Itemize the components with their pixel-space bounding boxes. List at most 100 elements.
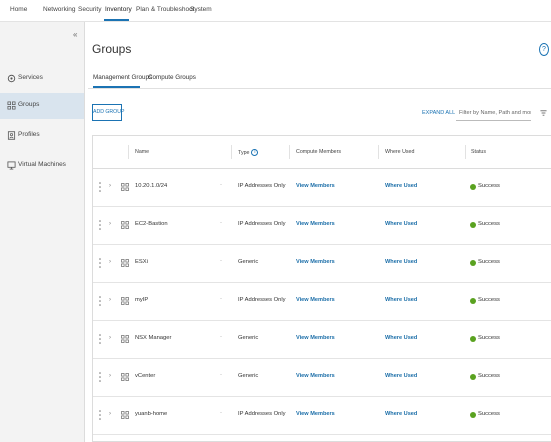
view-members-link[interactable]: View Members [296,183,335,189]
status-text: Success [478,221,500,227]
group-icon [121,335,129,343]
group-icon [121,373,129,381]
success-status-icon [470,374,476,380]
nav-networking[interactable]: Networking [43,6,76,13]
where-used-link[interactable]: Where Used [385,335,417,341]
sidebar-item-label: Services [18,74,43,81]
groups-table: Name Type i Compute Members Where Used St… [92,135,551,442]
where-used-link[interactable]: Where Used [385,411,417,417]
sidebar-item-profiles[interactable]: Profiles [0,123,84,149]
add-group-button[interactable]: ADD GROUP [92,104,124,121]
nav-active-indicator [104,19,129,21]
where-used-link[interactable]: Where Used [385,373,417,379]
group-name: ESXi [135,259,148,265]
row-actions-icon[interactable] [98,257,102,269]
group-name: vCenter [135,373,156,379]
expand-row-icon[interactable]: › [109,221,111,227]
view-members-link[interactable]: View Members [296,297,335,303]
group-type: Generic [238,335,259,341]
where-used-link[interactable]: Where Used [385,183,417,189]
nav-security[interactable]: Security [78,6,101,13]
cell-separator: - [220,372,222,378]
view-members-link[interactable]: View Members [296,411,335,417]
status-text: Success [478,297,500,303]
view-members-link[interactable]: View Members [296,373,335,379]
success-status-icon [470,260,476,266]
row-actions-icon[interactable] [98,333,102,345]
group-name: yuanb-home [135,411,168,417]
where-used-link[interactable]: Where Used [385,297,417,303]
group-type: IP Addresses Only [238,411,286,417]
column-separator [128,145,129,159]
where-used-link[interactable]: Where Used [385,221,417,227]
row-actions-icon[interactable] [98,371,102,383]
group-name: EC2-Bastion [135,221,168,227]
sidebar-item-services[interactable]: Services [0,66,84,92]
view-members-link[interactable]: View Members [296,259,335,265]
row-actions-icon[interactable] [98,181,102,193]
nav-home[interactable]: Home [10,6,27,13]
services-icon [7,74,16,83]
view-members-link[interactable]: View Members [296,221,335,227]
filter-icon[interactable] [540,109,547,117]
success-status-icon [470,412,476,418]
collapse-sidebar-icon[interactable]: « [73,30,77,39]
table-row[interactable]: › yuanb-home - IP Addresses Only View Member… [93,397,551,435]
help-icon[interactable]: ? [539,43,549,56]
column-header-name[interactable]: Name [135,149,149,155]
filter-input[interactable] [456,105,531,121]
table-row[interactable]: › EC2-Bastion - IP Addresses Only View Membe… [93,207,551,245]
nav-inventory[interactable]: Inventory [105,6,132,13]
status-text: Success [478,373,500,379]
column-header-where-used[interactable]: Where Used [385,149,414,155]
sidebar-item-label: Profiles [18,131,40,138]
column-separator [378,145,379,159]
row-actions-icon[interactable] [98,295,102,307]
expand-row-icon[interactable]: › [109,183,111,189]
expand-all-button[interactable]: EXPAND ALL [422,110,455,116]
expand-row-icon[interactable]: › [109,297,111,303]
sidebar-item-virtual-machines[interactable]: Virtual Machines [0,153,84,179]
row-actions-icon[interactable] [98,409,102,421]
group-name: myIP [135,297,149,303]
nav-plan-troubleshoot[interactable]: Plan & Troubleshoot [136,6,195,13]
tab-compute-groups[interactable]: Compute Groups [148,74,196,81]
expand-row-icon[interactable]: › [109,259,111,265]
top-nav: Home Networking Security Inventory Plan … [0,0,551,22]
row-actions-icon[interactable] [98,219,102,231]
status-text: Success [478,259,500,265]
table-row[interactable]: › vCenter - Generic View Members Where Used Su… [93,359,551,397]
table-row[interactable]: › myIP - IP Addresses Only View Members Where… [93,283,551,321]
table-row[interactable]: › ESXi - Generic View Members Where Used Succe… [93,245,551,283]
nav-system[interactable]: System [190,6,212,13]
tab-management-groups[interactable]: Management Groups [93,74,152,81]
column-header-status[interactable]: Status [471,149,486,155]
page-title: Groups [92,42,132,56]
expand-row-icon[interactable]: › [109,335,111,341]
table-row[interactable]: › NSX Manager - Generic View Members Where Us… [93,321,551,359]
sidebar: « Services Groups Profiles Virtual Machi… [0,22,85,442]
expand-row-icon[interactable]: › [109,411,111,417]
cell-separator: - [220,334,222,340]
sidebar-item-groups[interactable]: Groups [0,93,84,119]
column-separator [465,145,466,159]
column-separator [231,145,232,159]
virtual-machines-icon [7,161,16,170]
profiles-icon [7,131,16,140]
sidebar-item-label: Groups [18,101,40,108]
expand-row-icon[interactable]: › [109,373,111,379]
cell-separator: - [220,220,222,226]
success-status-icon [470,222,476,228]
group-icon [121,221,129,229]
view-members-link[interactable]: View Members [296,335,335,341]
group-icon [121,183,129,191]
status-text: Success [478,335,500,341]
group-name: NSX Manager [135,335,172,341]
where-used-link[interactable]: Where Used [385,259,417,265]
group-icon [121,297,129,305]
table-header: Name Type i Compute Members Where Used St… [93,136,551,169]
column-header-compute-members[interactable]: Compute Members [296,149,341,155]
table-row[interactable]: › 10.20.1.0/24 - IP Addresses Only View Memb… [93,169,551,207]
column-header-type[interactable]: Type i [238,149,259,156]
info-icon[interactable]: i [251,149,259,156]
